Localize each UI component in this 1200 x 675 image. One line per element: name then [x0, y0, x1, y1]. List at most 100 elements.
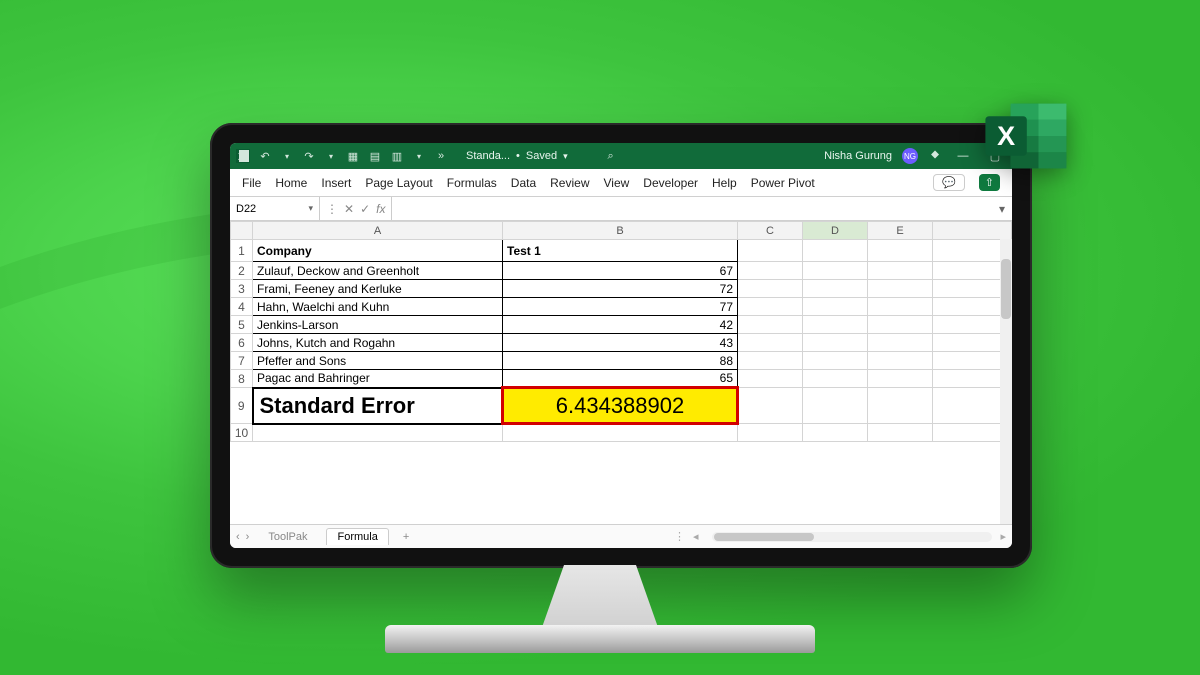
search-icon[interactable]: ⌕ — [604, 149, 618, 163]
table-row: 6 Johns, Kutch and Rogahn 43 — [231, 334, 1012, 352]
row-header[interactable]: 7 — [231, 352, 253, 370]
cell[interactable]: 65 — [503, 370, 738, 388]
ribbon-tabs: File Home Insert Page Layout Formulas Da… — [230, 169, 1012, 197]
row-header[interactable]: 9 — [231, 388, 253, 424]
sheet-tab-formula[interactable]: Formula — [326, 528, 388, 545]
tab-data[interactable]: Data — [511, 176, 536, 190]
table-row: 10 — [231, 424, 1012, 442]
row-header[interactable]: 4 — [231, 298, 253, 316]
excel-app-icon: X — [236, 149, 250, 163]
result-label-cell[interactable]: Standard Error — [253, 388, 503, 424]
avatar[interactable]: NG — [902, 148, 918, 164]
col-header-b[interactable]: B — [503, 222, 738, 240]
minimize-button[interactable]: — — [952, 150, 974, 162]
cell[interactable]: Frami, Feeney and Kerluke — [253, 280, 503, 298]
cell-a1[interactable]: Company — [253, 240, 503, 262]
doc-status: Saved — [526, 150, 557, 162]
fx-icon[interactable]: fx — [376, 202, 385, 216]
result-row: 9 Standard Error 6.434388902 — [231, 388, 1012, 424]
share-icon: ⇧ — [985, 176, 994, 189]
worksheet[interactable]: A B C D E 1 Company Test 1 — [230, 221, 1012, 442]
share-button[interactable]: ⇧ — [979, 174, 1000, 191]
qat-dd-icon[interactable]: ▾ — [412, 149, 426, 163]
grip-icon: ⋮ — [326, 202, 338, 216]
row-header[interactable]: 5 — [231, 316, 253, 334]
table-row: 7 Pfeffer and Sons 88 — [231, 352, 1012, 370]
prev-sheet-icon[interactable]: ‹ — [236, 531, 240, 543]
scrollbar-thumb[interactable] — [714, 533, 814, 541]
row-header[interactable]: 2 — [231, 262, 253, 280]
add-sheet-button[interactable]: + — [397, 531, 415, 543]
enter-icon[interactable]: ✓ — [360, 202, 370, 216]
vertical-scrollbar[interactable] — [1000, 239, 1012, 524]
diamond-icon[interactable]: ⯁ — [928, 149, 942, 163]
cell[interactable]: 77 — [503, 298, 738, 316]
tab-power-pivot[interactable]: Power Pivot — [751, 176, 815, 190]
cell[interactable]: 72 — [503, 280, 738, 298]
qat-button-1[interactable]: ▦ — [346, 149, 360, 163]
col-header-a[interactable]: A — [253, 222, 503, 240]
row-header[interactable]: 10 — [231, 424, 253, 442]
cell-b1[interactable]: Test 1 — [503, 240, 738, 262]
select-all-corner[interactable] — [231, 222, 253, 240]
tab-formulas[interactable]: Formulas — [447, 176, 497, 190]
cell[interactable]: Jenkins-Larson — [253, 316, 503, 334]
table-row: 1 Company Test 1 — [231, 240, 1012, 262]
doc-status-dd-icon[interactable]: ▾ — [563, 151, 568, 162]
cell[interactable]: 43 — [503, 334, 738, 352]
col-header-c[interactable]: C — [738, 222, 803, 240]
col-header-e[interactable]: E — [868, 222, 933, 240]
expand-formula-bar-icon[interactable]: ▾ — [992, 202, 1012, 216]
result-value-cell[interactable]: 6.434388902 — [503, 388, 738, 424]
tab-developer[interactable]: Developer — [643, 176, 698, 190]
redo-icon[interactable]: ↷ — [302, 149, 316, 163]
col-header-rest[interactable] — [933, 222, 1012, 240]
comment-icon: 💬 — [942, 176, 956, 189]
tab-home[interactable]: Home — [275, 176, 307, 190]
qat-more-icon[interactable]: » — [434, 149, 448, 163]
hscroll-right-icon[interactable]: ▸ — [1000, 530, 1006, 543]
cell[interactable]: 42 — [503, 316, 738, 334]
sheet-tab-toolpak[interactable]: ToolPak — [257, 528, 318, 545]
tab-page-layout[interactable]: Page Layout — [365, 176, 432, 190]
next-sheet-icon[interactable]: › — [246, 531, 250, 543]
chevron-down-icon[interactable]: ▾ — [308, 203, 313, 214]
cancel-icon[interactable]: ✕ — [344, 202, 354, 216]
qat-button-3[interactable]: ▥ — [390, 149, 404, 163]
formula-bar[interactable] — [392, 197, 992, 220]
tab-help[interactable]: Help — [712, 176, 737, 190]
formula-buttons: ⋮ ✕ ✓ fx — [320, 197, 392, 220]
col-header-d[interactable]: D — [803, 222, 868, 240]
row-header[interactable]: 6 — [231, 334, 253, 352]
cell[interactable]: 88 — [503, 352, 738, 370]
cell[interactable]: Zulauf, Deckow and Greenholt — [253, 262, 503, 280]
row-header[interactable]: 3 — [231, 280, 253, 298]
formula-bar-row: D22 ▾ ⋮ ✕ ✓ fx ▾ — [230, 197, 1012, 221]
undo-icon[interactable]: ↶ — [258, 149, 272, 163]
app-window: X ↶ ▾ ↷ ▾ ▦ ▤ ▥ ▾ » Standa... • Saved ▾ … — [230, 143, 1012, 548]
qat-button-2[interactable]: ▤ — [368, 149, 382, 163]
cell[interactable]: Johns, Kutch and Rogahn — [253, 334, 503, 352]
tab-file[interactable]: File — [242, 176, 261, 190]
tab-insert[interactable]: Insert — [321, 176, 351, 190]
row-header[interactable]: 8 — [231, 370, 253, 388]
cell[interactable]: Pfeffer and Sons — [253, 352, 503, 370]
name-box[interactable]: D22 ▾ — [230, 197, 320, 220]
sheet-grip-icon[interactable]: ⋮ — [674, 530, 685, 543]
row-header[interactable]: 1 — [231, 240, 253, 262]
comments-button[interactable]: 💬 — [933, 174, 965, 191]
user-name[interactable]: Nisha Gurung — [824, 150, 892, 162]
tab-review[interactable]: Review — [550, 176, 589, 190]
doc-title-area: Standa... • Saved ▾ — [466, 150, 568, 162]
cell[interactable]: 67 — [503, 262, 738, 280]
cell[interactable]: Hahn, Waelchi and Kuhn — [253, 298, 503, 316]
hscroll-left-icon[interactable]: ◂ — [693, 530, 699, 543]
title-bar: X ↶ ▾ ↷ ▾ ▦ ▤ ▥ ▾ » Standa... • Saved ▾ … — [230, 143, 1012, 169]
cell[interactable]: Pagac and Bahringer — [253, 370, 503, 388]
scrollbar-thumb[interactable] — [1001, 259, 1011, 319]
horizontal-scrollbar[interactable] — [712, 532, 992, 542]
undo-dd-icon[interactable]: ▾ — [280, 149, 294, 163]
tab-view[interactable]: View — [604, 176, 630, 190]
redo-dd-icon[interactable]: ▾ — [324, 149, 338, 163]
doc-name: Standa... — [466, 150, 510, 162]
